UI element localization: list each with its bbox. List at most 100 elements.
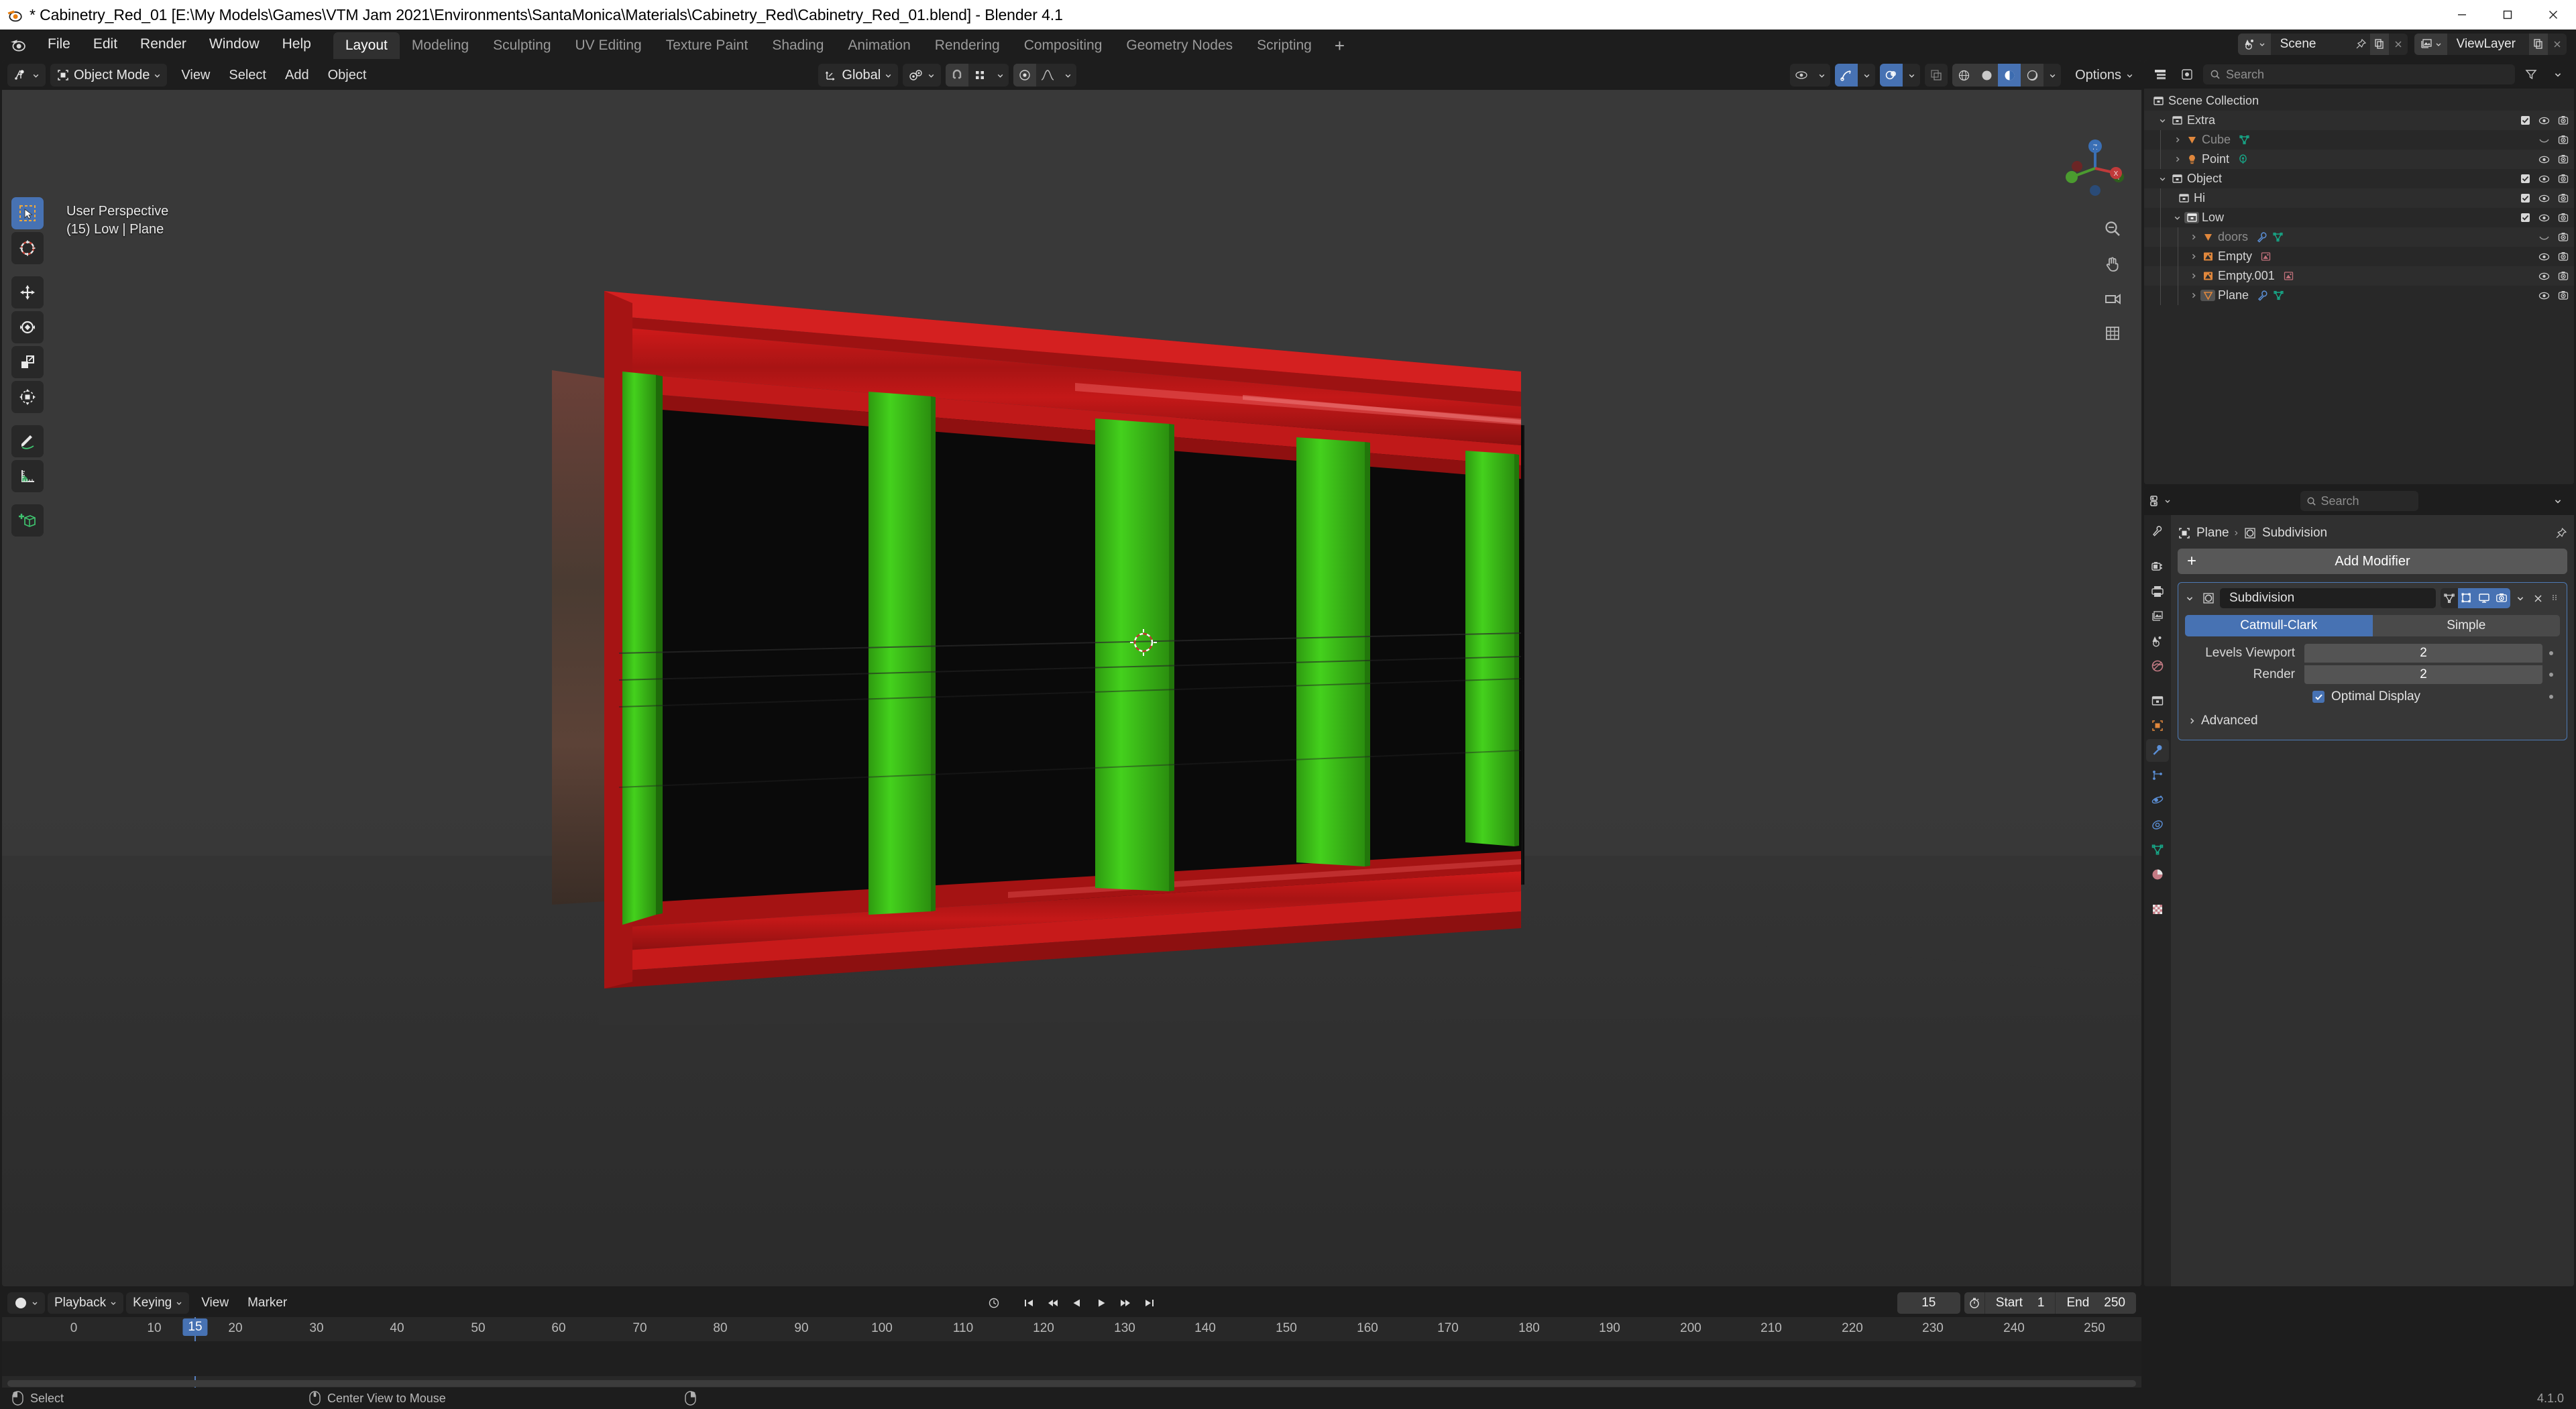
material-preview-shading-icon[interactable] <box>1998 64 2021 87</box>
image-data-icon[interactable] <box>2260 251 2272 262</box>
tab-scripting[interactable]: Scripting <box>1245 32 1324 59</box>
proportional-edit-icon[interactable] <box>1013 64 1037 87</box>
snap-magnet-icon[interactable] <box>946 64 969 87</box>
tab-data-mesh-icon[interactable] <box>2146 838 2169 861</box>
outliner-display-mode-icon[interactable] <box>2176 64 2198 85</box>
tab-geometry-nodes[interactable]: Geometry Nodes <box>1114 32 1245 59</box>
remove-viewlayer-icon[interactable] <box>2548 34 2567 55</box>
realtime-display-toggle-icon[interactable] <box>2475 588 2493 608</box>
chevron-down-icon[interactable] <box>2155 117 2170 124</box>
optimal-display-animate-dot-icon[interactable] <box>2542 695 2560 699</box>
eye-hidden-icon[interactable] <box>2538 233 2550 242</box>
modifier-wrench-icon[interactable] <box>2257 290 2268 301</box>
camera-render-icon[interactable] <box>2558 154 2569 164</box>
outliner-row-empty-001[interactable]: Empty.001 <box>2144 266 2574 286</box>
outliner-row-doors[interactable]: doors <box>2144 227 2574 247</box>
timeline-menu-view[interactable]: View <box>192 1292 238 1314</box>
render-levels-input[interactable]: 2 <box>2304 665 2542 684</box>
scene-name[interactable]: Scene <box>2271 37 2351 52</box>
tab-world-icon[interactable] <box>2146 655 2169 677</box>
chevron-right-icon[interactable] <box>2170 156 2184 163</box>
menu-window[interactable]: Window <box>198 30 271 59</box>
add-modifier-button[interactable]: + Add Modifier <box>2178 549 2567 574</box>
play-reverse-icon[interactable] <box>1067 1293 1087 1313</box>
tab-particles-icon[interactable] <box>2146 764 2169 787</box>
modifier-extras-chevron-down-icon[interactable] <box>2513 594 2528 602</box>
jump-start-icon[interactable] <box>1019 1293 1039 1313</box>
timeline-ruler[interactable]: 0 10 20 30 40 50 60 70 80 90 100 110 120… <box>2 1317 2141 1391</box>
maximize-button[interactable] <box>2485 0 2530 30</box>
zoom-icon[interactable] <box>2101 217 2124 240</box>
pin-scene-icon[interactable] <box>2351 34 2370 55</box>
camera-render-icon[interactable] <box>2558 193 2569 203</box>
outliner-row-point[interactable]: Point <box>2144 150 2574 169</box>
pan-hand-icon[interactable] <box>2101 252 2124 275</box>
viewport-options-label[interactable]: Options <box>2075 68 2121 83</box>
camera-render-icon[interactable] <box>2558 290 2569 300</box>
tab-physics-icon[interactable] <box>2146 789 2169 811</box>
toggle-ortho-icon[interactable] <box>2101 322 2124 345</box>
viewlayer-selector[interactable]: ViewLayer <box>2414 34 2567 55</box>
tab-sculpting[interactable]: Sculpting <box>481 32 563 59</box>
scene-selector[interactable]: Scene <box>2237 34 2408 55</box>
menu-edit[interactable]: Edit <box>82 30 129 59</box>
camera-render-icon[interactable] <box>2558 232 2569 242</box>
outliner-row-hi[interactable]: Hi <box>2144 188 2574 208</box>
checkbox-enabled-icon[interactable] <box>2520 115 2530 125</box>
mesh-data-icon[interactable] <box>2273 290 2284 301</box>
tab-rendering[interactable]: Rendering <box>923 32 1012 59</box>
light-data-icon[interactable] <box>2237 154 2249 165</box>
tab-constraints-icon[interactable] <box>2146 813 2169 836</box>
new-scene-icon[interactable] <box>2369 34 2389 55</box>
editor-type-3dview-icon[interactable] <box>7 64 46 87</box>
outliner-row-scene-collection[interactable]: Scene Collection <box>2144 91 2574 111</box>
prev-keyframe-icon[interactable] <box>1043 1293 1063 1313</box>
viewlayer-name[interactable]: ViewLayer <box>2447 37 2529 52</box>
close-button[interactable] <box>2530 0 2576 30</box>
mesh-data-icon[interactable] <box>2272 231 2284 243</box>
outliner-options-chevron-down-icon[interactable] <box>2547 64 2569 85</box>
viewport-menu-select[interactable]: Select <box>219 64 276 87</box>
falloff-chevron-down-icon[interactable] <box>1059 64 1076 87</box>
advanced-section-toggle[interactable]: Advanced <box>2185 710 2560 732</box>
tweak-select-tool-icon[interactable] <box>11 197 44 229</box>
tab-animation[interactable]: Animation <box>836 32 922 59</box>
timeline-keyframe-track[interactable] <box>2 1341 2141 1376</box>
tab-material-icon[interactable] <box>2146 863 2169 886</box>
viewport-menu-add[interactable]: Add <box>276 64 319 87</box>
tab-shading[interactable]: Shading <box>760 32 836 59</box>
outliner-row-low[interactable]: Low <box>2144 208 2574 227</box>
tab-viewlayer-icon[interactable] <box>2146 605 2169 628</box>
properties-search-input[interactable]: Search <box>2300 491 2418 511</box>
eye-visible-icon[interactable] <box>2538 155 2550 164</box>
pivot-point-selector[interactable] <box>903 64 942 87</box>
overlays-chevron-down-icon[interactable] <box>1903 64 1920 87</box>
sync-icon[interactable] <box>984 1293 1004 1313</box>
falloff-curve-icon[interactable] <box>1036 64 1059 87</box>
on-cage-toggle-icon[interactable] <box>2441 588 2458 608</box>
chevron-down-icon[interactable] <box>2170 214 2184 221</box>
chevron-right-icon[interactable] <box>2186 292 2200 299</box>
camera-render-icon[interactable] <box>2558 251 2569 262</box>
checkbox-enabled-icon[interactable] <box>2520 213 2530 223</box>
levels-viewport-input[interactable]: 2 <box>2304 644 2542 663</box>
tab-output-icon[interactable] <box>2146 580 2169 603</box>
keying-menu[interactable]: Keying <box>126 1292 190 1314</box>
modifier-name-field[interactable]: Subdivision <box>2220 588 2436 608</box>
render-toggle-icon[interactable] <box>2493 588 2510 608</box>
jump-end-icon[interactable] <box>1139 1293 1160 1313</box>
tab-compositing[interactable]: Compositing <box>1012 32 1115 59</box>
camera-render-icon[interactable] <box>2558 174 2569 184</box>
camera-render-icon[interactable] <box>2558 135 2569 145</box>
annotate-tool-icon[interactable] <box>11 425 44 457</box>
toggle-xray-icon[interactable] <box>1925 64 1948 87</box>
outliner-row-plane[interactable]: Plane <box>2144 286 2574 305</box>
outliner-row-cube[interactable]: Cube <box>2144 130 2574 150</box>
tab-layout[interactable]: Layout <box>333 32 400 59</box>
viewport-menu-view[interactable]: View <box>172 64 219 87</box>
current-frame-input[interactable]: 15 <box>1897 1292 1960 1314</box>
chevron-right-icon[interactable] <box>2186 233 2200 241</box>
start-frame-input[interactable]: Start 1 <box>1984 1292 2056 1314</box>
solid-shading-icon[interactable] <box>1975 64 1999 87</box>
tab-texture-paint[interactable]: Texture Paint <box>654 32 761 59</box>
